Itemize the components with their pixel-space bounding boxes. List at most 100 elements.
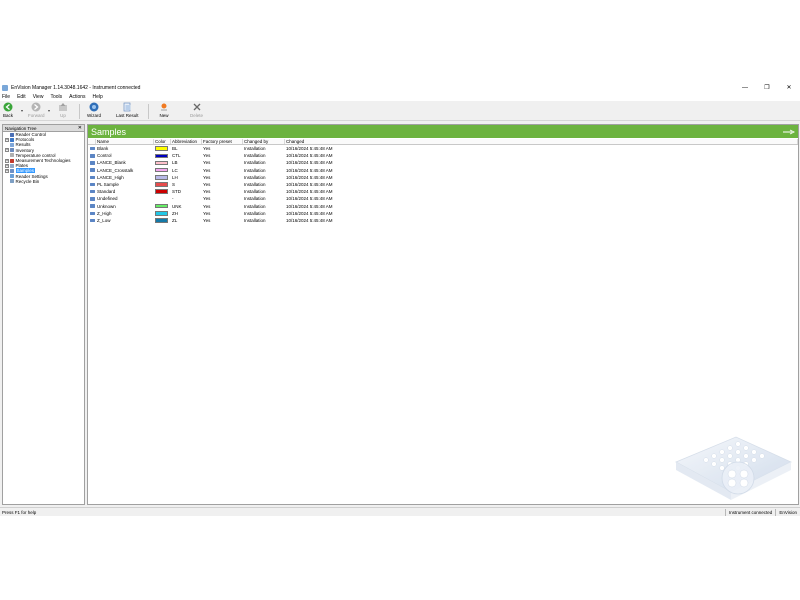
tree-node-icon [10,174,14,179]
last-result-button[interactable]: Last Result [116,102,139,120]
restore-button[interactable]: ❐ [756,82,778,93]
expand-toggle-icon[interactable]: + [5,158,9,163]
cell-color [154,189,171,194]
header-abbreviation[interactable]: Abbreviation [171,139,202,144]
header-factory-preset[interactable]: Factory preset [202,139,243,144]
sample-icon [90,218,95,223]
cell-abbreviation: LB [172,160,178,166]
back-button[interactable]: Back [3,102,13,120]
cell-factory-preset: Yes [203,210,211,216]
header-changed-by[interactable]: Changed by [243,139,285,144]
up-button[interactable]: Up [58,102,68,120]
cell-name: Control [97,153,112,159]
sample-icon [90,168,95,172]
expand-toggle-icon[interactable]: + [5,168,9,173]
cell-name: LANCE_Crosstalk [97,167,134,173]
navigation-tree: Reader Control + Protocols Results + Inventor… [3,132,84,184]
sample-icon [90,175,95,180]
sample-icon [90,197,95,201]
envision-manager-window: EnVision Manager 1.14.3048.1642 - Instru… [0,82,800,516]
minimize-button[interactable]: — [734,82,756,93]
back-label: Back [3,113,14,118]
color-swatch [155,211,168,216]
new-button[interactable]: New [159,102,169,120]
samples-table: Name Color Abbreviation Factory preset C… [88,139,798,224]
color-swatch [155,175,168,180]
table-row[interactable]: Control CTL Yes Installation 10/16/2024 5:45… [88,152,798,159]
cell-color [154,211,171,216]
cell-abbreviation: BL [172,146,178,152]
row-icon-cell [88,146,96,151]
forward-label: Forward [28,113,45,118]
arrow-icon [783,129,795,134]
cell-factory-preset: Yes [203,217,211,223]
header-color[interactable]: Color [154,139,171,144]
back-dropdown-icon[interactable]: ▾ [21,108,23,113]
table-row[interactable]: LANCE_Crosstalk LC Yes Installation 10/16/20… [88,167,798,174]
cell-name: PL Sample [97,182,119,188]
tree-item-recycle-bin[interactable]: Recycle Bin [3,179,84,184]
cell-changed-by: Installation [244,196,266,202]
menu-view[interactable]: View [33,94,44,100]
new-label: New [159,113,169,118]
cell-color [154,146,171,151]
table-row[interactable]: Blank BL Yes Installation 10/16/2024 5:45:48… [88,145,798,152]
tree-item-label: Recycle Bin [15,178,40,184]
cell-factory-preset: Yes [203,182,211,188]
table-row[interactable]: Standard STD Yes Installation 10/16/2024 5:4… [88,188,798,195]
folder-up-icon [58,102,68,112]
table-row[interactable]: LANCE_Blank LB Yes Installation 10/16/2024 5… [88,159,798,166]
forward-dropdown-icon[interactable]: ▾ [48,108,50,113]
cell-color [154,160,171,166]
table-row[interactable]: Undefined - Yes Installation 10/16/2024 5:45… [88,195,798,202]
cell-abbreviation: UNK [172,203,182,209]
samples-pane: Samples Name Color Abbreviation Factory … [87,124,799,505]
menu-tools[interactable]: Tools [50,94,62,100]
cell-changed: 10/16/2024 5:45:48 AM [286,167,333,173]
header-name[interactable]: Name [96,139,154,144]
delete-button[interactable]: Delete [190,102,203,120]
expand-toggle-icon[interactable]: + [5,148,9,153]
cell-abbreviation: CTL [172,153,181,159]
cell-color [154,167,171,173]
row-icon-cell [88,168,96,172]
table-row[interactable]: Z_High ZH Yes Installation 10/16/2024 5:45:4… [88,210,798,217]
cell-color [154,153,171,159]
menu-file[interactable]: File [2,94,10,100]
close-pane-icon[interactable]: ✕ [78,125,82,131]
cell-name: Unknown [97,203,116,209]
cell-changed-by: Installation [244,153,266,159]
sample-icon [90,146,95,151]
row-icon-cell [88,211,96,216]
navigation-tree-title: Navigation Tree [5,125,37,131]
row-icon-cell [88,189,96,194]
forward-button[interactable]: Forward [28,102,45,120]
cell-changed-by: Installation [244,174,266,180]
table-row[interactable]: PL Sample S Yes Installation 10/16/2024 5:45… [88,181,798,188]
header-changed[interactable]: Changed [285,139,798,144]
menu-help[interactable]: Help [93,94,103,100]
table-row[interactable]: LANCE_High LH Yes Installation 10/16/2024 5:… [88,174,798,181]
last-result-icon [122,102,132,112]
title-bar: EnVision Manager 1.14.3048.1642 - Instru… [0,82,800,93]
color-swatch [155,203,168,209]
app-icon [2,84,8,91]
row-icon-cell [88,161,96,165]
menu-actions[interactable]: Actions [69,94,85,100]
wizard-button[interactable]: Wizard [87,102,101,120]
cell-abbreviation: STD [172,189,181,195]
close-window-button[interactable]: ✕ [778,82,800,93]
expand-toggle-icon[interactable]: + [5,163,9,168]
menu-edit[interactable]: Edit [17,94,26,100]
navigation-tree-header: Navigation Tree ✕ [3,125,84,132]
cell-changed: 10/16/2024 5:45:48 AM [286,174,333,180]
table-row[interactable]: Z_Low ZL Yes Installation 10/16/2024 5:45:48… [88,217,798,224]
tree-node-icon [10,158,14,163]
expand-toggle-icon[interactable]: + [5,137,9,142]
table-row[interactable]: Unknown UNK Yes Installation 10/16/2024 5:45… [88,203,798,210]
tree-node-icon [10,168,14,173]
header-icon-col [88,139,96,144]
cell-changed-by: Installation [244,167,266,173]
cell-abbreviation: ZL [172,217,178,223]
cell-factory-preset: Yes [203,146,211,152]
